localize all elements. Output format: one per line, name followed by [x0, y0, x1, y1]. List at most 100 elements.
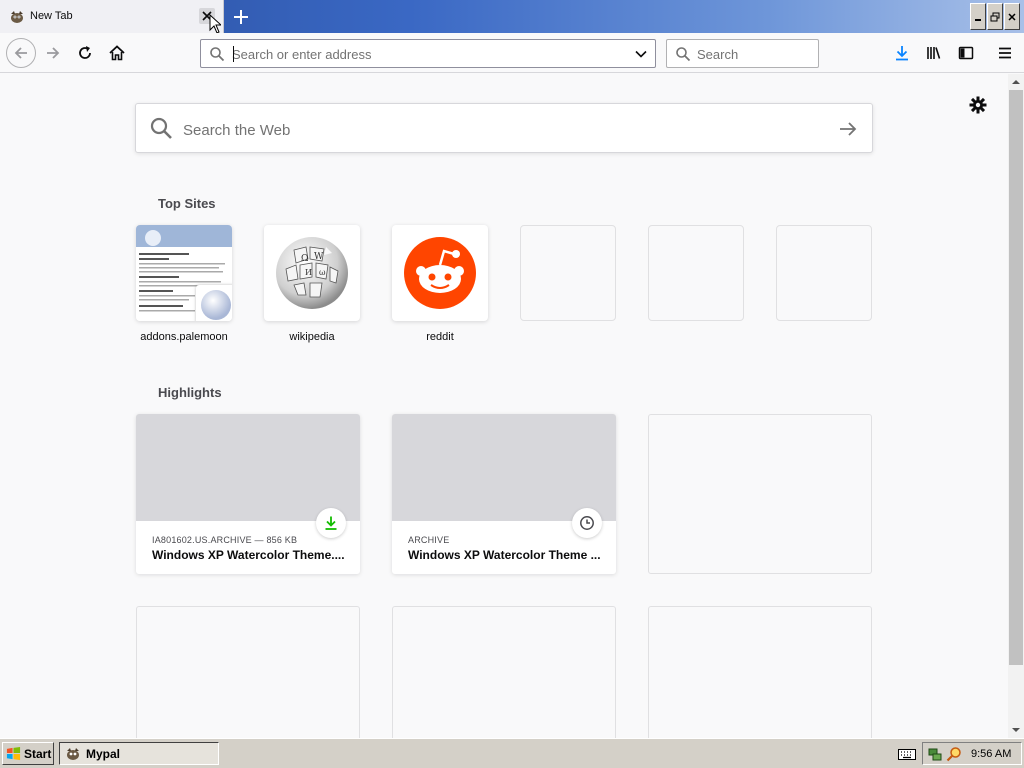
customize-button[interactable]	[968, 95, 988, 115]
close-icon	[1008, 12, 1016, 21]
url-input[interactable]	[232, 46, 622, 62]
text-caret	[233, 46, 234, 62]
restore-icon	[990, 12, 1000, 21]
hamburger-menu-icon	[999, 47, 1011, 59]
highlight-placeholder	[648, 414, 872, 574]
top-site-empty	[648, 225, 744, 321]
scrollbar-thumb[interactable]	[1009, 90, 1023, 665]
highlight-title: Windows XP Watercolor Theme....	[152, 548, 345, 562]
top-site-reddit[interactable]: reddit	[392, 225, 488, 343]
new-tab-button[interactable]	[229, 5, 253, 29]
highlight-placeholder	[136, 606, 360, 738]
scroll-up-button[interactable]	[1008, 74, 1024, 90]
highlight-preview	[392, 414, 616, 521]
site-thumbnail: Ω W И ω	[264, 225, 360, 321]
taskbar-item-label: Mypal	[86, 746, 121, 761]
highlight-title: Windows XP Watercolor Theme ...	[408, 548, 601, 562]
site-label: reddit	[426, 331, 454, 343]
search-icon	[150, 117, 172, 139]
arrow-right-icon[interactable]	[838, 119, 858, 139]
web-search-input[interactable]	[183, 120, 803, 140]
empty-tile	[776, 225, 872, 321]
scroll-down-button[interactable]	[1008, 722, 1024, 738]
sidebar-icon	[958, 46, 974, 60]
svg-text:И: И	[305, 268, 312, 277]
mypal-icon	[11, 11, 23, 23]
taskbar-item-mypal[interactable]: Mypal	[59, 742, 219, 765]
tab-new-tab[interactable]: New Tab	[0, 0, 224, 34]
highlight-source: ARCHIVE	[408, 535, 450, 545]
navigation-toolbar	[0, 33, 1024, 73]
library-button[interactable]	[920, 39, 948, 67]
top-site-addons-palemoon[interactable]: addons.palemoon	[136, 225, 232, 343]
download-icon	[325, 516, 337, 530]
forward-arrow-icon	[47, 47, 60, 59]
plus-icon	[234, 10, 248, 24]
clock: 9:56 AM	[971, 747, 1012, 760]
mypal-icon	[67, 747, 79, 760]
downloads-button[interactable]	[888, 39, 916, 67]
magnifier-icon[interactable]	[946, 746, 962, 762]
triangle-up-icon	[1012, 80, 1020, 84]
svg-text:ω: ω	[319, 268, 326, 277]
triangle-down-icon	[1012, 728, 1020, 732]
minimize-icon	[975, 18, 981, 21]
download-icon	[896, 46, 908, 61]
url-bar[interactable]	[200, 39, 656, 68]
windows-logo-icon	[6, 746, 21, 761]
tab-strip: New Tab	[0, 0, 1024, 34]
search-bar[interactable]	[666, 39, 819, 68]
site-favicon	[196, 285, 232, 321]
svg-text:W: W	[314, 252, 324, 262]
back-arrow-icon	[14, 47, 27, 59]
highlight-badge	[572, 508, 602, 538]
empty-tile	[648, 225, 744, 321]
top-sites-heading: Top Sites	[158, 196, 216, 211]
top-site-empty	[776, 225, 872, 321]
highlight-card[interactable]: ARCHIVE Windows XP Watercolor Theme ...	[392, 414, 616, 574]
highlights-heading: Highlights	[158, 385, 222, 400]
back-button[interactable]	[6, 38, 36, 68]
reddit-icon	[404, 237, 476, 309]
highlight-source: IA801602.US.ARCHIVE — 856 KB	[152, 535, 298, 545]
close-window-button[interactable]	[1004, 3, 1020, 30]
highlight-placeholder	[392, 606, 616, 738]
tab-title: New Tab	[30, 10, 73, 22]
network-icon[interactable]	[927, 746, 943, 762]
reload-icon	[79, 46, 91, 59]
window-controls	[970, 3, 1020, 30]
search-icon	[210, 47, 225, 62]
taskbar: Start Mypal 9:56 AM	[0, 738, 1024, 768]
library-icon	[927, 47, 941, 59]
start-label: Start	[24, 746, 52, 761]
system-tray: 9:56 AM	[922, 742, 1022, 765]
home-icon	[109, 45, 125, 61]
chevron-down-icon[interactable]	[633, 46, 649, 62]
search-icon	[676, 47, 691, 62]
restore-button[interactable]	[987, 3, 1003, 30]
menu-button[interactable]	[991, 39, 1019, 67]
minimize-button[interactable]	[970, 3, 986, 30]
start-button[interactable]: Start	[2, 742, 54, 765]
highlight-placeholder	[648, 606, 872, 738]
mouse-cursor-icon	[209, 14, 221, 34]
svg-text:Ω: Ω	[301, 254, 308, 264]
web-search-box[interactable]	[135, 103, 873, 153]
forward-button[interactable]	[39, 39, 67, 67]
highlight-badge	[316, 508, 346, 538]
site-label: addons.palemoon	[140, 331, 228, 343]
site-thumbnail	[136, 225, 232, 321]
reload-button[interactable]	[71, 39, 99, 67]
vertical-scrollbar[interactable]	[1008, 74, 1024, 738]
highlight-preview	[136, 414, 360, 521]
home-button[interactable]	[103, 39, 131, 67]
browser-window: New Tab Search or enter address Search S…	[0, 0, 1024, 768]
gear-icon	[969, 96, 987, 114]
search-input[interactable]	[697, 46, 812, 62]
top-site-wikipedia[interactable]: Ω W И ω wikipedia	[264, 225, 360, 343]
palemoon-icon	[201, 290, 231, 320]
new-tab-page: Top Sites	[0, 74, 1008, 738]
sidebar-button[interactable]	[952, 39, 980, 67]
highlight-card[interactable]: IA801602.US.ARCHIVE — 856 KB Windows XP …	[136, 414, 360, 574]
keyboard-icon[interactable]	[898, 747, 916, 761]
